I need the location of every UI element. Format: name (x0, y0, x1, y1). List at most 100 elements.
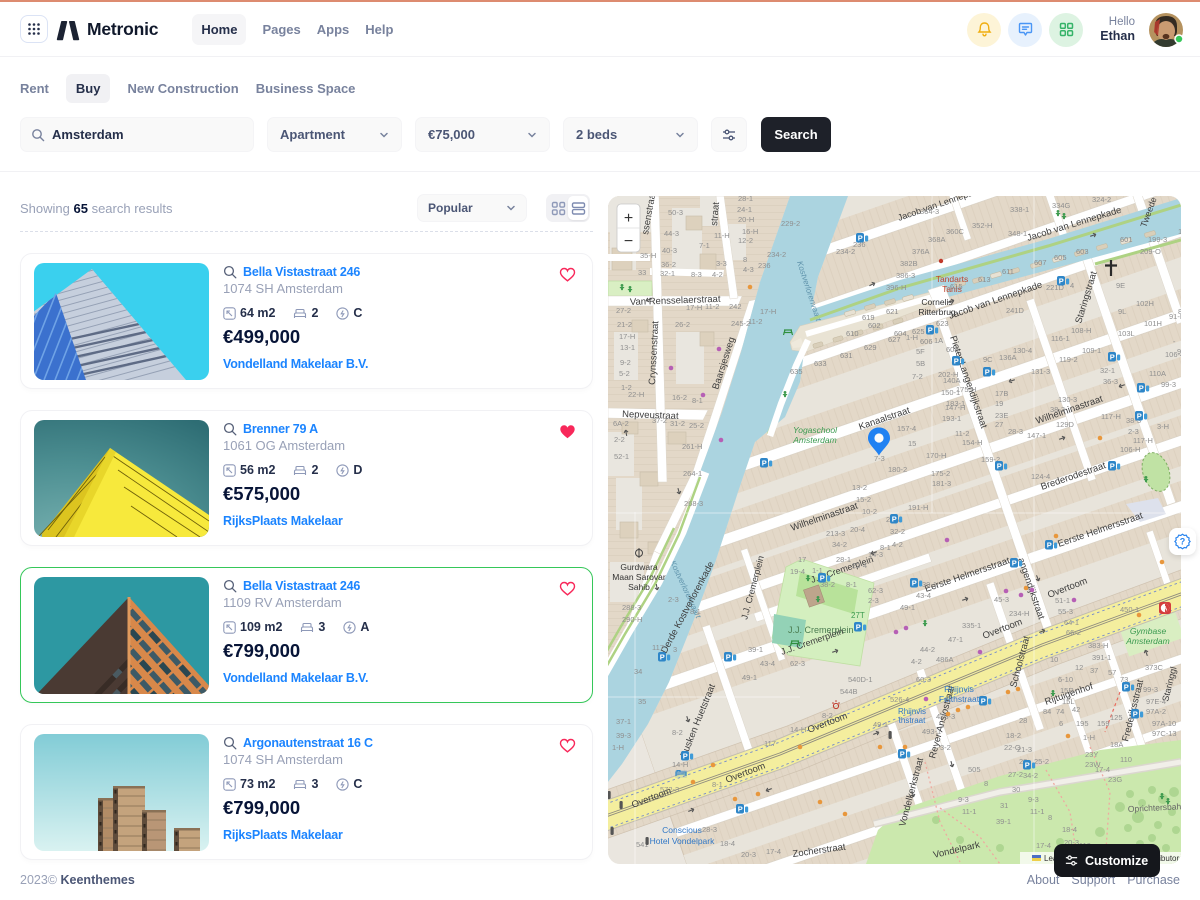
svg-text:382B: 382B (900, 259, 918, 268)
svg-text:23W: 23W (1085, 760, 1101, 769)
svg-text:49-1: 49-1 (900, 603, 915, 612)
svg-text:610: 610 (846, 329, 859, 338)
svg-text:3: 3 (673, 645, 677, 654)
svg-text:23Y: 23Y (1085, 750, 1098, 759)
svg-text:37-1: 37-1 (616, 717, 631, 726)
svg-text:288-3: 288-3 (622, 603, 641, 612)
svg-text:36-2: 36-2 (661, 260, 676, 269)
svg-text:35-H: 35-H (640, 251, 656, 260)
svg-text:P: P (1133, 710, 1138, 719)
svg-text:25-2: 25-2 (689, 421, 704, 430)
svg-text:7-3: 7-3 (874, 454, 885, 463)
svg-text:P: P (726, 653, 731, 662)
svg-text:15R: 15R (1060, 686, 1074, 695)
svg-text:8-1: 8-1 (846, 580, 857, 589)
svg-text:33: 33 (638, 268, 646, 277)
svg-text:631: 631 (840, 351, 853, 360)
svg-text:74: 74 (1056, 707, 1064, 716)
svg-text:611: 611 (1002, 267, 1014, 276)
svg-text:?: ? (1180, 537, 1186, 547)
svg-text:3-2: 3-2 (940, 743, 951, 752)
svg-text:130-3: 130-3 (1058, 395, 1077, 404)
svg-text:26-2: 26-2 (675, 320, 690, 329)
svg-text:P: P (1137, 412, 1142, 421)
svg-text:P: P (1012, 559, 1017, 568)
svg-text:2-2: 2-2 (614, 435, 625, 444)
svg-text:2-3: 2-3 (668, 595, 679, 604)
svg-text:+: + (624, 210, 633, 227)
svg-text:629: 629 (864, 343, 877, 352)
svg-text:8: 8 (743, 255, 747, 264)
svg-text:623: 623 (936, 319, 949, 328)
svg-text:P: P (1110, 353, 1115, 362)
svg-text:383-H: 383-H (1088, 641, 1108, 650)
svg-text:8-1: 8-1 (692, 396, 703, 405)
svg-text:335-1: 335-1 (962, 621, 981, 630)
svg-text:P: P (997, 462, 1002, 471)
svg-text:14-H: 14-H (672, 760, 688, 769)
svg-text:13-1: 13-1 (620, 343, 635, 352)
svg-text:thstraat: thstraat (899, 716, 926, 725)
svg-text:52-1: 52-1 (614, 452, 629, 461)
svg-text:19: 19 (995, 399, 1003, 408)
svg-text:16-H: 16-H (742, 227, 758, 236)
svg-text:117-H: 117-H (1101, 412, 1121, 421)
svg-text:P: P (1139, 384, 1144, 393)
svg-text:5B: 5B (916, 359, 925, 368)
svg-text:P: P (954, 357, 959, 366)
svg-text:Feithstraat: Feithstraat (939, 694, 980, 704)
svg-text:97A-2: 97A-2 (1146, 707, 1166, 716)
svg-text:572-3: 572-3 (660, 785, 679, 794)
svg-text:396-H: 396-H (886, 283, 906, 292)
svg-text:P: P (900, 750, 905, 759)
svg-text:1A: 1A (934, 336, 943, 345)
svg-text:32-1: 32-1 (1100, 366, 1115, 375)
svg-text:32-1: 32-1 (660, 269, 675, 278)
svg-text:606: 606 (920, 337, 933, 346)
svg-text:181-3: 181-3 (932, 479, 951, 488)
svg-text:195: 195 (1076, 719, 1089, 728)
svg-text:11-1: 11-1 (962, 807, 976, 816)
svg-text:4-3: 4-3 (743, 265, 754, 274)
svg-text:10-2: 10-2 (862, 507, 877, 516)
svg-text:3-3: 3-3 (716, 259, 727, 268)
svg-text:44-3: 44-3 (664, 229, 679, 238)
svg-text:9-3: 9-3 (1028, 795, 1039, 804)
svg-text:A: A (1163, 606, 1168, 613)
svg-text:Sahib: Sahib (628, 582, 650, 592)
svg-text:2-3: 2-3 (1128, 427, 1139, 436)
svg-text:11-2: 11-2 (705, 302, 719, 311)
svg-text:27-2: 27-2 (1008, 770, 1023, 779)
svg-text:5F: 5F (916, 347, 925, 356)
svg-text:Gymbase: Gymbase (1130, 626, 1167, 636)
svg-text:8-2: 8-2 (672, 728, 683, 737)
svg-text:8: 8 (984, 779, 988, 788)
svg-text:110A: 110A (1149, 369, 1166, 378)
svg-text:2-3: 2-3 (868, 596, 879, 605)
svg-text:P: P (683, 752, 688, 761)
svg-text:Amsterdam: Amsterdam (792, 435, 836, 445)
svg-text:Cornelis: Cornelis (921, 297, 952, 307)
svg-text:Hotel Vondelpark: Hotel Vondelpark (650, 836, 715, 846)
svg-text:1-H: 1-H (1083, 733, 1095, 742)
svg-text:117: 117 (652, 643, 664, 652)
svg-text:23G: 23G (1108, 775, 1122, 784)
svg-text:544B: 544B (840, 687, 858, 696)
svg-text:241D: 241D (1006, 306, 1025, 315)
svg-text:7-1: 7-1 (699, 241, 710, 250)
svg-text:22-4: 22-4 (852, 561, 867, 570)
svg-text:117-H: 117-H (1133, 436, 1153, 445)
svg-text:32-2: 32-2 (890, 527, 905, 536)
svg-text:391-1: 391-1 (1092, 653, 1111, 662)
svg-text:99-3: 99-3 (1161, 380, 1176, 389)
svg-text:−: − (624, 233, 633, 250)
svg-text:17-H: 17-H (686, 303, 702, 312)
svg-text:119-2: 119-2 (1059, 355, 1078, 364)
svg-text:37-2: 37-2 (652, 416, 667, 425)
svg-text:290-H: 290-H (622, 615, 642, 624)
svg-text:21-3: 21-3 (1017, 745, 1032, 754)
svg-text:607: 607 (1034, 258, 1047, 267)
svg-text:23E: 23E (995, 411, 1008, 420)
svg-text:236: 236 (758, 261, 771, 270)
svg-text:22-H: 22-H (628, 390, 644, 399)
